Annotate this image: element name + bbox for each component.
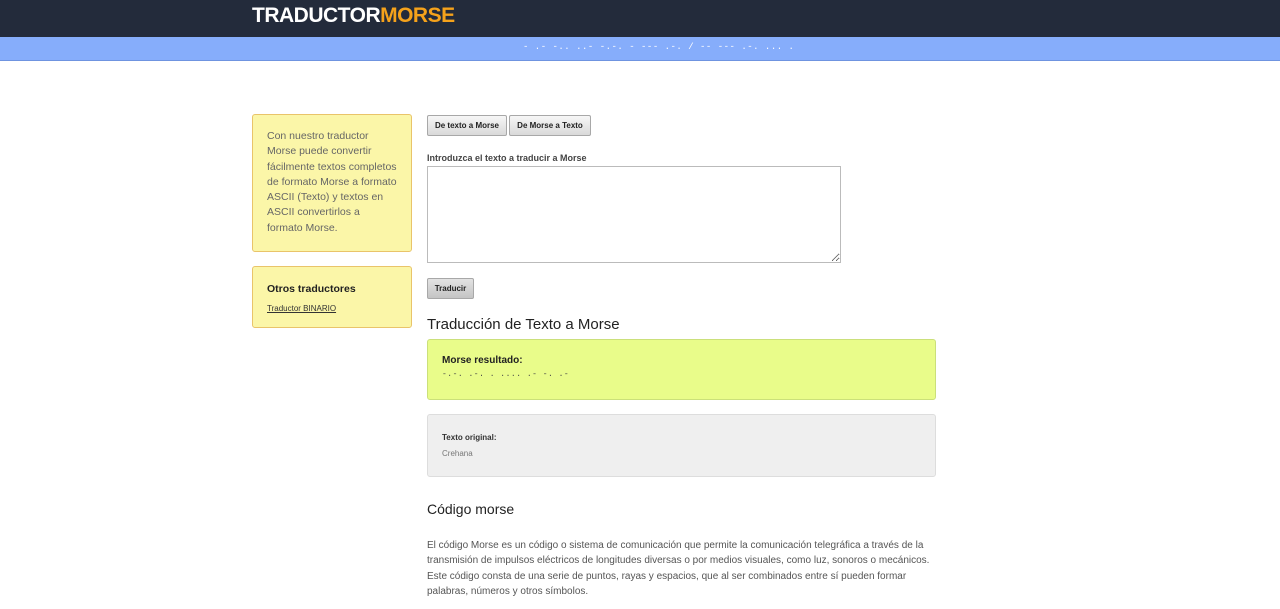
morse-to-text-button[interactable]: De Morse a Texto: [509, 115, 591, 136]
translate-button[interactable]: Traducir: [427, 278, 474, 299]
section-paragraph: El código Morse es un código o sistema d…: [427, 540, 930, 597]
banner-morse-text: - .- -.. ..- -.-. - --- .-. / -- --- .-.…: [523, 42, 795, 52]
logo-text-white: TRADUCTOR: [252, 4, 381, 27]
logo-text-orange: MORSE: [380, 4, 455, 27]
input-label: Introduzca el texto a traducir a Morse: [427, 153, 587, 163]
site-logo[interactable]: TRADUCTORMORSE: [252, 4, 455, 28]
section-title: Código morse: [427, 501, 515, 517]
info-box: Con nuestro traductor Morse puede conver…: [252, 114, 412, 252]
original-text-box: Texto original: Crehana: [427, 414, 936, 477]
original-value: Crehana: [442, 449, 473, 458]
info-text: Con nuestro traductor Morse puede conver…: [267, 130, 397, 234]
other-translators-box: Otros traductores Traductor BINARIO: [252, 266, 412, 328]
binary-translator-link[interactable]: Traductor BINARIO: [267, 304, 336, 313]
result-value: -.-. .-. . .... .- -. .-: [442, 370, 570, 379]
header-bar: TRADUCTORMORSE: [0, 0, 1280, 37]
text-input[interactable]: [427, 166, 841, 263]
text-to-morse-button[interactable]: De texto a Morse: [427, 115, 507, 136]
morse-banner: - .- -.. ..- -.-. - --- .-. / -- --- .-.…: [0, 37, 1280, 61]
translation-title: Traducción de Texto a Morse: [427, 316, 620, 333]
original-label: Texto original:: [442, 433, 497, 442]
result-label: Morse resultado:: [442, 355, 523, 366]
morse-result-box: Morse resultado: -.-. .-. . .... .- -. .…: [427, 339, 936, 400]
other-translators-title: Otros traductores: [267, 283, 356, 295]
